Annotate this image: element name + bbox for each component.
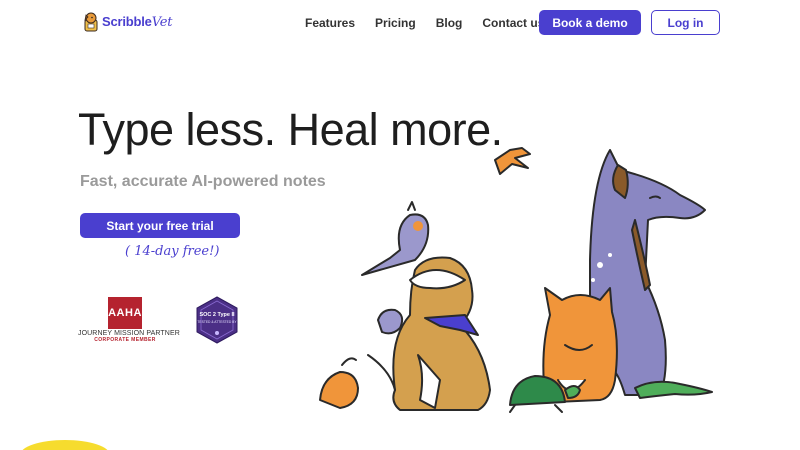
nav-links: Features Pricing Blog Contact us: [305, 16, 564, 30]
top-navigation: ScribbleVet Features Pricing Blog Contac…: [0, 0, 800, 45]
nav-link-pricing[interactable]: Pricing: [375, 16, 416, 30]
lizard-figure: [634, 380, 713, 399]
aaha-member-text: CORPORATE MEMBER: [94, 337, 156, 343]
aaha-logo: AAHA: [108, 297, 142, 329]
cockatiel-figure: [361, 201, 430, 276]
soc2-title: SOC 2 Type II: [199, 312, 235, 318]
book-demo-button[interactable]: Book a demo: [539, 10, 641, 35]
nav-link-features[interactable]: Features: [305, 16, 355, 30]
brand-name-accent: Vet: [151, 15, 173, 30]
nav-link-contact[interactable]: Contact us: [482, 16, 544, 30]
hamster-figure: [319, 357, 359, 409]
flying-bird-figure: [494, 147, 531, 175]
pets-illustration: [319, 147, 713, 413]
soc2-subtitle: TESTED & ATTESTED BY: [197, 320, 237, 324]
login-button[interactable]: Log in: [651, 10, 720, 35]
brand-logo[interactable]: ScribbleVet: [82, 11, 172, 33]
start-trial-button[interactable]: Start your free trial: [80, 213, 240, 238]
aaha-badge: AAHA JOURNEY MISSION PARTNER CORPORATE M…: [78, 297, 180, 343]
dog-logo-icon: [84, 12, 98, 32]
decorative-shape: [20, 440, 110, 450]
hero-subhead: Fast, accurate AI-powered notes: [80, 173, 326, 190]
aaha-partner-text: JOURNEY MISSION PARTNER: [78, 330, 180, 337]
nav-link-blog[interactable]: Blog: [436, 16, 463, 30]
brand-name-main: Scribble: [102, 14, 152, 29]
brand-name: ScribbleVet: [102, 14, 172, 30]
mouse-figure: [377, 308, 404, 335]
trial-note: ( 14-day free!): [125, 244, 220, 259]
